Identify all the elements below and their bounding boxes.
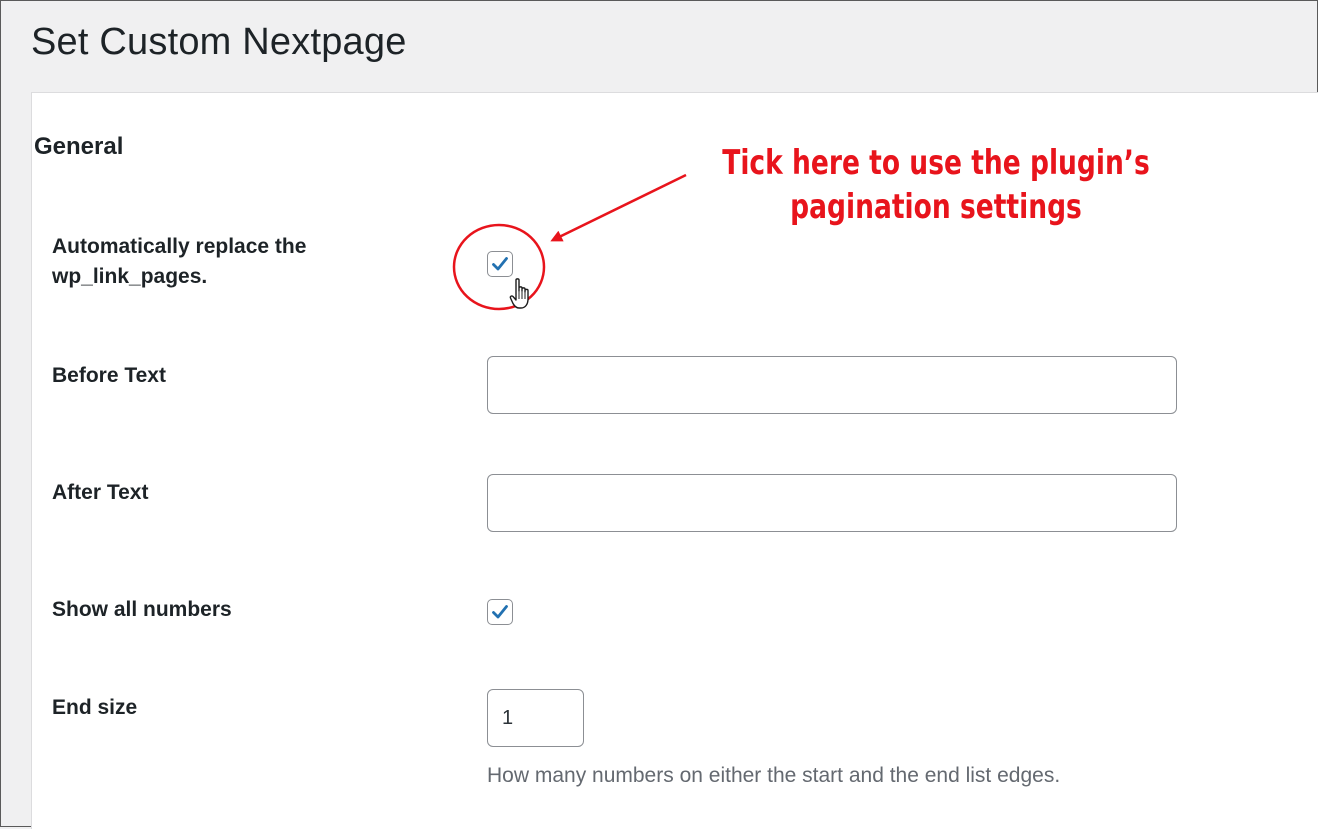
auto-replace-checkbox[interactable] (487, 251, 513, 277)
before-text-label: Before Text (52, 364, 166, 387)
after-text-label: After Text (52, 481, 149, 504)
show-all-numbers-label: Show all numbers (52, 598, 232, 621)
check-icon (492, 605, 508, 619)
show-all-numbers-checkbox[interactable] (487, 599, 513, 625)
auto-replace-label: Automatically replace the wp_link_pages. (52, 235, 307, 288)
end-size-label: End size (52, 696, 138, 719)
window-frame: Set Custom Nextpage General Automaticall… (0, 0, 1318, 829)
annotation-callout-text: Tick here to use the plugin’s pagination… (722, 143, 1150, 227)
end-size-description: How many numbers on either the start and… (487, 764, 1061, 787)
page-title: Set Custom Nextpage (31, 21, 407, 63)
end-size-input[interactable] (487, 689, 584, 747)
section-heading: General (34, 133, 124, 160)
check-icon (492, 257, 508, 271)
hand-pointer-icon (509, 278, 529, 309)
after-text-input[interactable] (487, 474, 1177, 532)
before-text-input[interactable] (487, 356, 1177, 414)
